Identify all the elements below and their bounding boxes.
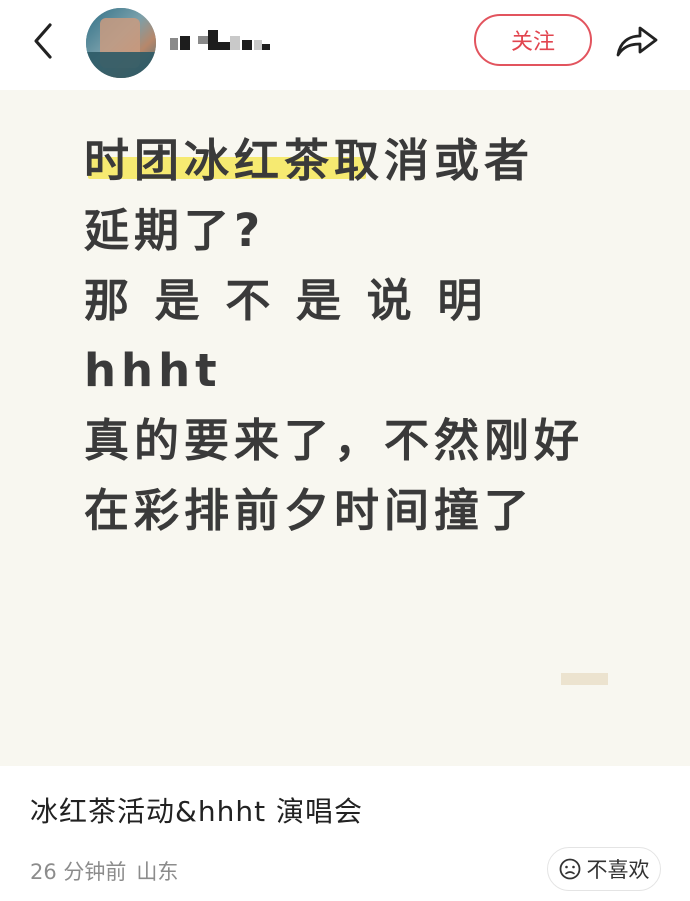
post-image[interactable]: 时团冰红茶取消或者 延期了? 那 是 不 是 说 明 hhht 真的要来了，不然… [0, 90, 690, 766]
dislike-button[interactable]: 不喜欢 [547, 847, 661, 891]
dislike-label: 不喜欢 [586, 858, 650, 882]
post-image-text: 时团冰红茶取消或者 延期了? 那 是 不 是 说 明 hhht 真的要来了，不然… [84, 134, 585, 537]
username-censored[interactable] [170, 30, 290, 56]
top-bar: 关注 [0, 0, 690, 90]
post-title: 冰红茶活动&hhht 演唱会 [30, 795, 363, 828]
post-time: 26 分钟前 [30, 860, 127, 884]
post-detail-page: 关注 时团冰红茶取消或者 延期了? 那 是 不 是 说 明 hhht 真的要来了… [0, 0, 690, 901]
back-button[interactable] [20, 18, 66, 64]
follow-button[interactable]: 关注 [474, 14, 592, 66]
share-button[interactable] [612, 18, 662, 64]
post-location: 山东 [136, 860, 179, 884]
avatar[interactable] [86, 8, 156, 78]
image-page-indicator[interactable] [561, 673, 608, 685]
post-meta: 26 分钟前 山东 [30, 856, 178, 886]
frown-face-icon [559, 858, 580, 880]
share-icon [616, 26, 658, 57]
chevron-left-icon [34, 23, 52, 59]
